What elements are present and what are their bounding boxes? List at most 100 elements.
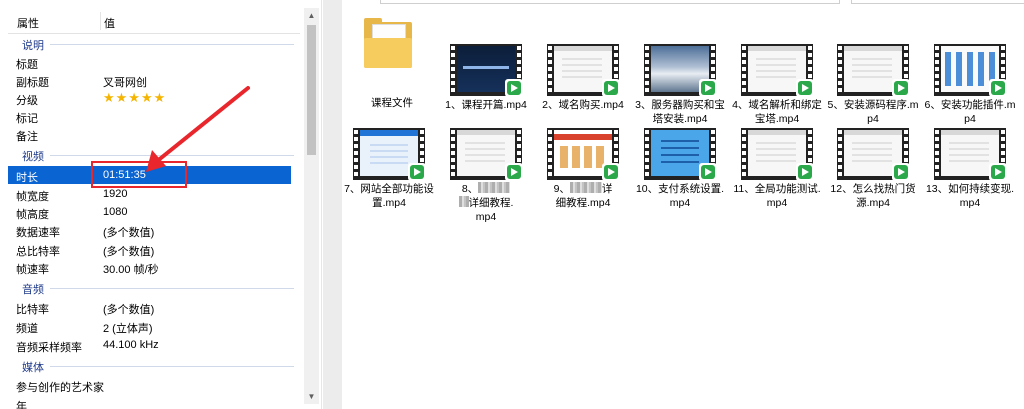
group-divider — [50, 288, 294, 289]
file-name: 11、全局功能测试.mp4 — [733, 183, 821, 209]
video-file-item[interactable]: 8、 详细教程. mp4 — [440, 128, 532, 223]
property-row-data-rate[interactable]: 数据速率 (多个数值) — [8, 221, 291, 239]
video-thumbnail — [353, 128, 426, 181]
file-name-suffix: 详细教程. — [468, 197, 514, 209]
video-player-badge-icon — [505, 163, 523, 181]
property-row-total-bitrate[interactable]: 总比特率 (多个数值) — [8, 240, 291, 258]
video-player-badge-icon — [602, 79, 620, 97]
video-file-item[interactable]: 3、服务器购买和宝塔安装.mp4 — [634, 44, 726, 130]
property-key: 标记 — [16, 113, 38, 125]
file-name: 12、怎么找热门货源.mp4 — [830, 183, 916, 209]
property-row-frame-rate[interactable]: 帧速率 30.00 帧/秒 — [8, 258, 291, 276]
file-name: 2、域名购买.mp4 — [542, 99, 624, 111]
file-name: 7、网站全部功能设置.mp4 — [344, 183, 434, 209]
property-row-contributing-artists[interactable]: 参与创作的艺术家 — [8, 376, 291, 394]
video-file-item[interactable]: 1、课程开篇.mp4 — [440, 44, 532, 130]
properties-panel: 属性 值 说明 标题 副标题 叉哥网创 分级 ★★★★★ 标记 备注 视频 时长… — [0, 0, 322, 409]
property-key: 副标题 — [16, 77, 49, 89]
video-player-badge-icon — [699, 79, 717, 97]
file-name: 8、 详细教程. mp4 — [440, 182, 532, 224]
folder-item[interactable]: 课程文件 — [346, 18, 438, 109]
video-file-item[interactable]: 4、域名解析和绑定宝塔.mp4 — [731, 44, 823, 130]
video-file-item[interactable]: 6、安装功能插件.mp4 — [924, 44, 1016, 130]
property-row-sample-rate[interactable]: 音频采样频率 44.100 kHz — [8, 336, 291, 354]
property-row-title[interactable]: 标题 — [8, 53, 291, 71]
vertical-scrollbar[interactable]: ▲ ▼ — [304, 8, 319, 404]
property-key: 标题 — [16, 59, 38, 71]
video-thumbnail — [644, 128, 717, 181]
video-thumbnail — [837, 44, 910, 97]
video-player-badge-icon — [602, 163, 620, 181]
folder-icon — [364, 18, 412, 68]
video-player-badge-icon — [989, 163, 1007, 181]
file-name-line2: mp4 — [475, 211, 497, 223]
property-row-rating[interactable]: 分级 ★★★★★ — [8, 89, 291, 107]
property-row-bitrate[interactable]: 比特率 (多个数值) — [8, 298, 291, 316]
pane-splitter[interactable] — [323, 0, 342, 409]
group-media: 媒体 — [8, 358, 300, 374]
property-row-tags[interactable]: 标记 — [8, 107, 291, 125]
file-name: 4、域名解析和绑定宝塔.mp4 — [732, 99, 822, 125]
column-header-property[interactable]: 属性 — [17, 15, 39, 31]
property-value: (多个数值) — [103, 227, 155, 239]
group-divider — [50, 155, 294, 156]
file-name: 10、支付系统设置.mp4 — [635, 183, 725, 209]
video-thumbnail — [450, 128, 523, 181]
property-key: 帧高度 — [16, 209, 49, 221]
property-row-year[interactable]: 年 — [8, 395, 291, 409]
redacted-text — [458, 196, 469, 207]
property-value: 44.100 kHz — [103, 339, 159, 351]
video-thumbnail — [934, 44, 1007, 97]
video-file-item[interactable]: 5、安装源码程序.mp4 — [827, 44, 919, 130]
group-divider — [50, 44, 294, 45]
property-key: 音频采样频率 — [16, 342, 82, 354]
property-key: 数据速率 — [16, 227, 60, 239]
file-name: 课程文件 — [371, 97, 413, 109]
rating-stars-icon[interactable]: ★★★★★ — [103, 90, 166, 106]
property-value: 30.00 帧/秒 — [103, 264, 159, 276]
video-player-badge-icon — [892, 163, 910, 181]
group-title: 媒体 — [22, 362, 44, 374]
video-player-badge-icon — [892, 79, 910, 97]
video-thumbnail — [837, 128, 910, 181]
scroll-up-arrow-icon[interactable]: ▲ — [304, 8, 319, 23]
property-key: 频道 — [16, 323, 38, 335]
group-audio: 音频 — [8, 280, 300, 296]
video-file-item[interactable]: 9、 详 细教程.mp4 — [537, 128, 629, 214]
property-row-subtitle[interactable]: 副标题 叉哥网创 — [8, 71, 291, 89]
file-name: 5、安装源码程序.mp4 — [827, 99, 919, 125]
property-row-comments[interactable]: 备注 — [8, 125, 291, 143]
property-value: (多个数值) — [103, 304, 155, 316]
video-thumbnail — [741, 128, 814, 181]
properties-header: 属性 值 — [8, 8, 300, 34]
property-key: 帧宽度 — [16, 191, 49, 203]
property-value[interactable]: 叉哥网创 — [103, 74, 147, 90]
property-row-channels[interactable]: 频道 2 (立体声) — [8, 317, 291, 335]
scroll-down-arrow-icon[interactable]: ▼ — [304, 389, 319, 404]
annotation-highlight-box — [91, 161, 187, 188]
video-thumbnail — [547, 128, 620, 181]
property-row-frame-height[interactable]: 帧高度 1080 — [8, 203, 291, 221]
video-player-badge-icon — [989, 79, 1007, 97]
scrollbar-thumb[interactable] — [307, 25, 316, 155]
property-key: 总比特率 — [16, 246, 60, 258]
property-value: 2 (立体声) — [103, 323, 153, 335]
video-file-item[interactable]: 13、如何持续变现.mp4 — [924, 128, 1016, 214]
file-name-prefix: 8、 — [461, 183, 479, 195]
property-key: 参与创作的艺术家 — [16, 382, 104, 394]
video-file-item[interactable]: 2、域名购买.mp4 — [537, 44, 629, 130]
video-player-badge-icon — [796, 79, 814, 97]
video-file-item[interactable]: 11、全局功能测试.mp4 — [731, 128, 823, 214]
video-file-item[interactable]: 12、怎么找热门货源.mp4 — [827, 128, 919, 214]
column-header-value[interactable]: 值 — [104, 15, 115, 31]
video-thumbnail — [741, 44, 814, 97]
video-thumbnail — [934, 128, 1007, 181]
file-name: 1、课程开篇.mp4 — [445, 99, 527, 111]
video-player-badge-icon — [505, 79, 523, 97]
property-value: 1920 — [103, 188, 128, 200]
column-divider[interactable] — [100, 12, 101, 30]
video-file-item[interactable]: 10、支付系统设置.mp4 — [634, 128, 726, 214]
video-thumbnail — [547, 44, 620, 97]
video-file-item[interactable]: 7、网站全部功能设置.mp4 — [343, 128, 435, 214]
group-description: 说明 — [8, 36, 300, 52]
